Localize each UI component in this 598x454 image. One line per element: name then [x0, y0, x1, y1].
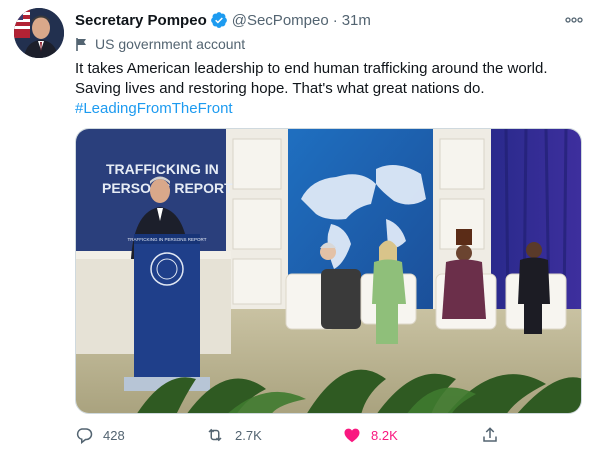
government-label-text: US government account	[95, 36, 246, 52]
reply-icon	[76, 428, 93, 444]
like-button[interactable]: 8.2K	[343, 424, 398, 446]
share-button[interactable]	[481, 424, 509, 446]
tweet-actions: 428 2.7K 8.2K	[75, 424, 505, 446]
hashtag-link[interactable]: #LeadingFromTheFront	[75, 99, 580, 119]
reply-button[interactable]: 428	[75, 424, 125, 446]
retweet-count: 2.7K	[235, 427, 262, 443]
tweet[interactable]: Secretary Pompeo @SecPompeo · 31m US gov…	[0, 0, 598, 454]
author-handle[interactable]: @SecPompeo	[232, 12, 329, 29]
avatar[interactable]	[14, 8, 64, 58]
government-account-label[interactable]: US government account	[75, 34, 245, 54]
government-flag-icon	[76, 37, 86, 51]
share-icon	[483, 427, 497, 442]
reply-count: 428	[103, 427, 125, 443]
podium-sign: TRAFFICKING IN PERSONS REPORT	[128, 237, 207, 242]
timestamp[interactable]: 31m	[342, 12, 371, 29]
tweet-header: Secretary Pompeo @SecPompeo · 31m	[75, 9, 584, 31]
tweet-photo[interactable]: TRAFFICKING IN PERSONS REPORT TRAFFICKIN	[75, 128, 582, 414]
separator-dot: ·	[332, 11, 338, 29]
retweet-icon	[208, 428, 222, 442]
banner-text-1: TRAFFICKING IN	[106, 161, 219, 177]
heart-icon	[344, 428, 360, 443]
verified-badge-icon	[210, 12, 227, 28]
tweet-text-line-1: It takes American leadership to end huma…	[75, 60, 548, 77]
retweet-button[interactable]: 2.7K	[205, 424, 262, 446]
more-icon[interactable]	[564, 11, 584, 29]
author-name[interactable]: Secretary Pompeo	[75, 12, 207, 29]
tweet-text: It takes American leadership to end huma…	[75, 59, 580, 119]
like-count: 8.2K	[371, 427, 398, 443]
tweet-text-line-2: Saving lives and restoring hope. That's …	[75, 80, 485, 97]
